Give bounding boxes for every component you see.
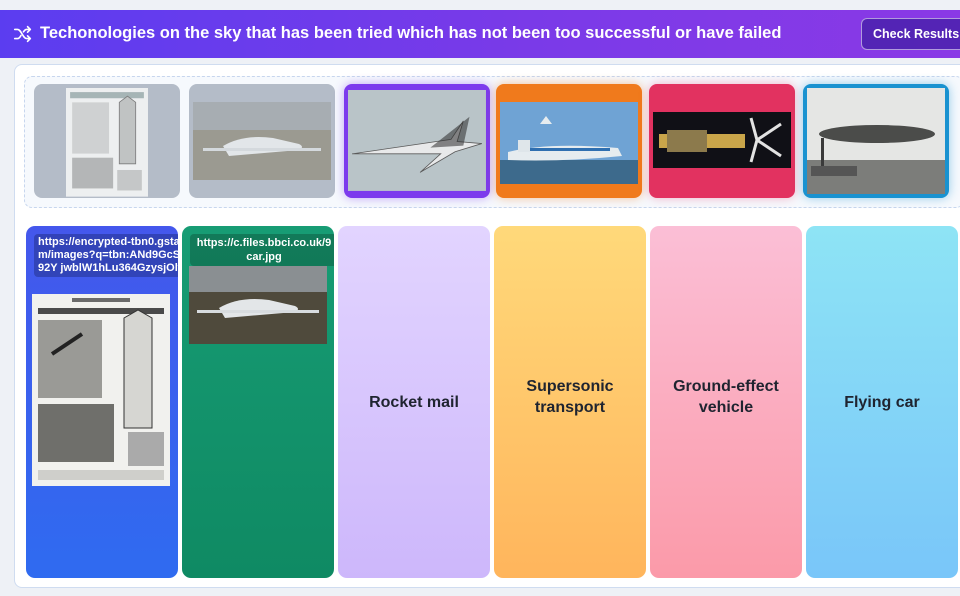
page-title: Techonologies on the sky that has been t… bbox=[40, 24, 782, 42]
dropped-rocket-mail-image[interactable] bbox=[32, 294, 170, 486]
image-tile-flying-car[interactable] bbox=[189, 84, 335, 198]
drop-zone-1[interactable]: https://encrypted-tbn0.gstatic.com/image… bbox=[26, 226, 178, 578]
ground-effect-vehicle-image bbox=[500, 102, 638, 184]
image-tile-rocket-mail[interactable] bbox=[34, 84, 180, 198]
zone-label: Flying car bbox=[844, 394, 920, 411]
dropped-flying-car-image[interactable] bbox=[189, 266, 327, 344]
drop-zone-ground-effect-vehicle[interactable]: Ground-effect vehicle bbox=[650, 226, 802, 578]
dropped-image-url: https://encrypted-tbn0.gstatic.com/image… bbox=[34, 234, 178, 277]
shuffle-icon[interactable] bbox=[12, 23, 34, 45]
flying-car-image bbox=[193, 102, 331, 180]
image-tile-ekranoplan[interactable] bbox=[496, 84, 642, 198]
check-results-button[interactable]: Check Results bbox=[861, 18, 960, 50]
zone-label: Rocket mail bbox=[369, 394, 459, 411]
zone-label: Supersonic transport bbox=[526, 378, 614, 416]
drop-zone-rocket-mail[interactable]: Rocket mail bbox=[338, 226, 490, 578]
image-tile-supersonic[interactable] bbox=[344, 84, 490, 198]
drop-zone-flying-car[interactable]: Flying car bbox=[806, 226, 958, 578]
image-tile-airship[interactable] bbox=[803, 84, 949, 198]
supersonic-jet-image bbox=[348, 90, 486, 191]
drop-zone-supersonic-transport[interactable]: Supersonic transport bbox=[494, 226, 646, 578]
airship-image bbox=[807, 88, 945, 194]
nuclear-aircraft-engine-image bbox=[653, 112, 791, 168]
drop-zone-2[interactable]: https://c.files.bbci.co.uk/9 car.jpg bbox=[182, 226, 334, 578]
rocket-mail-magazine-image bbox=[66, 88, 148, 197]
image-tile-nuclear-engine[interactable] bbox=[649, 84, 795, 198]
app-header: Techonologies on the sky that has been t… bbox=[0, 10, 960, 58]
zone-label: Ground-effect vehicle bbox=[673, 378, 779, 416]
dropped-image-url: https://c.files.bbci.co.uk/9 car.jpg bbox=[190, 234, 334, 266]
